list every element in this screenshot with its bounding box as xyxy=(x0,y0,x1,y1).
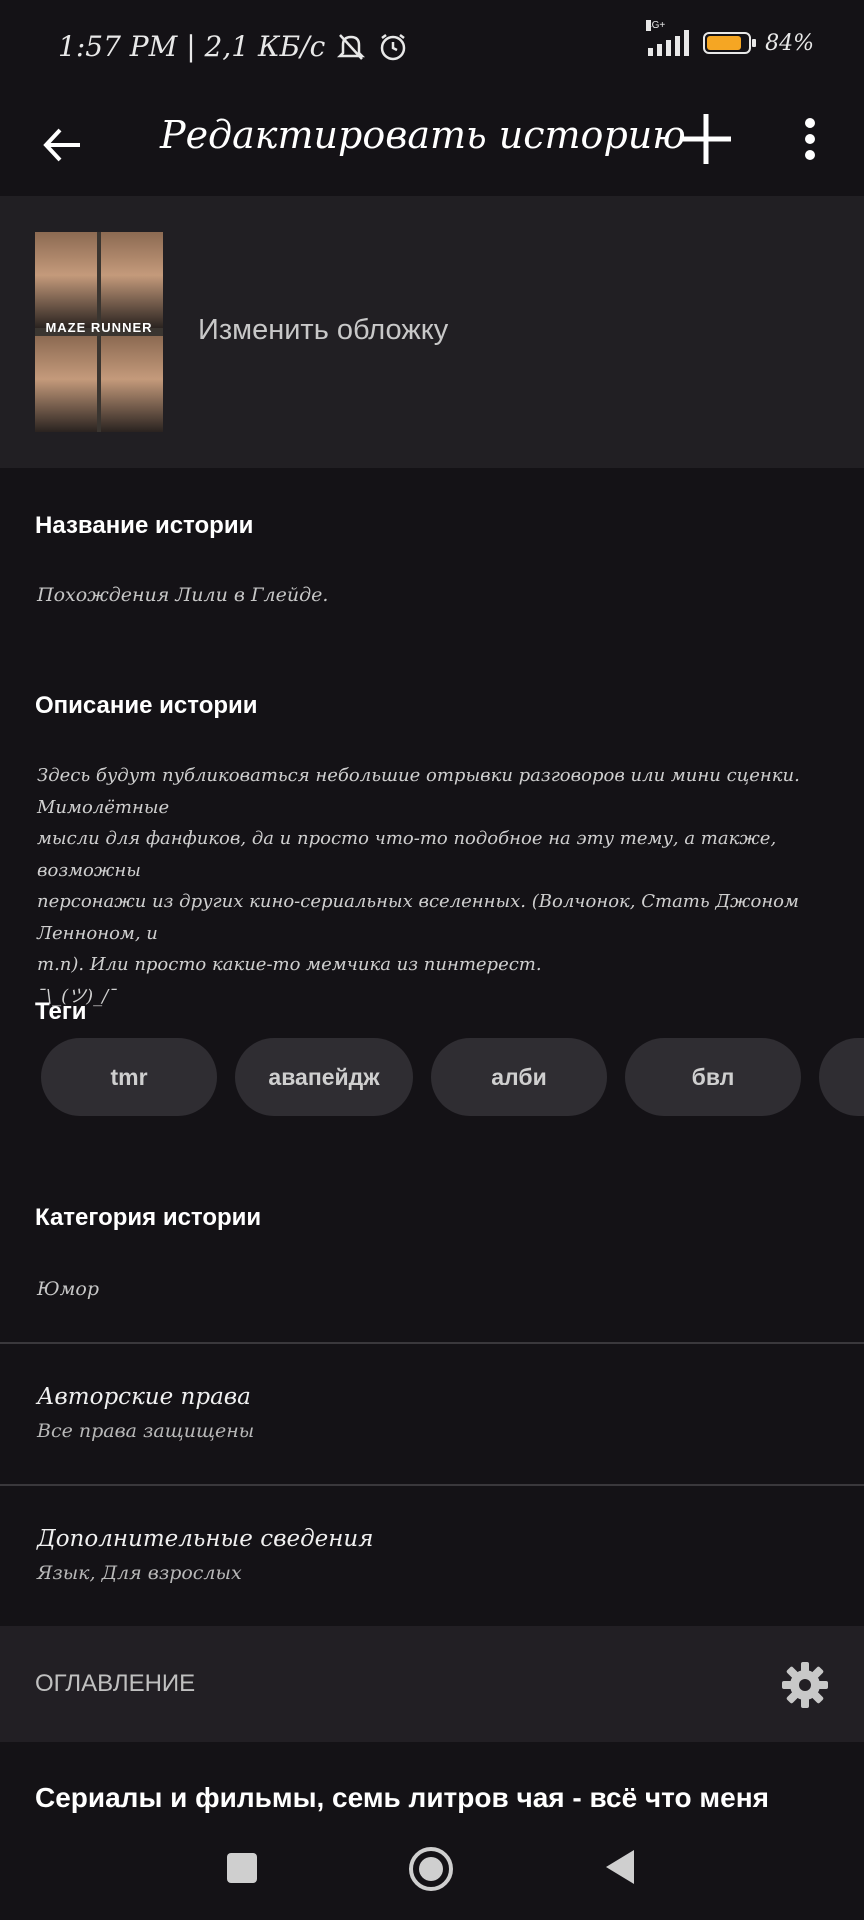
triangle-back-icon xyxy=(606,1850,634,1884)
cover-image[interactable]: MAZE RUNNER xyxy=(35,232,163,432)
divider xyxy=(0,1484,864,1486)
tag-chip[interactable]: tmr xyxy=(41,1038,217,1116)
more-vertical-icon xyxy=(805,118,815,160)
circle-home-icon xyxy=(409,1847,453,1891)
battery-icon xyxy=(703,32,757,54)
add-button[interactable] xyxy=(676,109,736,169)
home-button[interactable] xyxy=(408,1846,454,1897)
alarm-icon xyxy=(381,33,406,60)
tag-chip-partial[interactable] xyxy=(819,1038,864,1116)
plus-icon xyxy=(681,114,731,164)
toc-header: ОГЛАВЛЕНИЕ xyxy=(0,1626,864,1742)
description-label: Описание истории xyxy=(35,692,258,719)
battery-percent: 84% xyxy=(765,30,814,56)
tag-chip[interactable]: авапейдж xyxy=(235,1038,413,1116)
system-back-button[interactable] xyxy=(604,1848,636,1891)
signal-icon: 4G+ xyxy=(646,20,690,56)
status-right: 4G+ 84% xyxy=(646,20,814,56)
extra-info-title: Дополнительные сведения xyxy=(37,1526,374,1552)
category-label: Категория истории xyxy=(35,1204,262,1231)
chapter-item[interactable]: Сериалы и фильмы, семь литров чая - всё … xyxy=(35,1782,769,1814)
tags-label: Теги xyxy=(35,998,87,1025)
copyright-value: Все права защищены xyxy=(37,1420,255,1442)
toc-settings-button[interactable] xyxy=(780,1660,830,1710)
tag-chip[interactable]: бвл xyxy=(625,1038,801,1116)
story-title-label: Название истории xyxy=(35,512,254,539)
status-time-speed: 1:57 PM | 2,1 КБ/с xyxy=(58,30,326,63)
recent-apps-button[interactable] xyxy=(226,1852,258,1889)
back-button[interactable] xyxy=(38,115,98,175)
change-cover-button[interactable]: Изменить обложку xyxy=(198,314,448,347)
description-field[interactable]: Здесь будут публиковаться небольшие отры… xyxy=(37,760,827,1012)
status-left: 1:57 PM | 2,1 КБ/с xyxy=(58,30,409,63)
description-line: ¯\_(ツ)_/¯ xyxy=(37,985,118,1007)
story-title-field[interactable]: Похождения Лили в Глейде. xyxy=(37,584,328,606)
description-line: мысли для фанфиков, да и просто что-то п… xyxy=(37,828,777,881)
page-title: Редактировать историю xyxy=(160,113,686,157)
battery-fill xyxy=(707,36,742,50)
status-bar: 1:57 PM | 2,1 КБ/с 4G+ 84% xyxy=(0,0,864,95)
cover-section[interactable]: MAZE RUNNER Изменить обложку xyxy=(0,196,864,468)
divider xyxy=(0,1342,864,1344)
cover-logo: MAZE RUNNER xyxy=(45,320,153,335)
network-label: 4G+ xyxy=(646,20,666,31)
category-field[interactable]: Юмор xyxy=(37,1278,99,1300)
toc-label: ОГЛАВЛЕНИЕ xyxy=(35,1670,196,1697)
description-line: т.п). Или просто какие-то мемчика из пин… xyxy=(37,954,542,975)
tags-list: tmr авапейдж алби бвл xyxy=(41,1038,864,1116)
square-icon xyxy=(227,1853,257,1883)
description-line: Здесь будут публиковаться небольшие отры… xyxy=(37,765,800,818)
more-options-button[interactable] xyxy=(790,109,830,169)
copyright-title: Авторские права xyxy=(37,1384,251,1410)
description-line: персонажи из других кино-сериальных всел… xyxy=(37,891,799,944)
arrow-left-icon xyxy=(43,128,80,162)
extra-info-value: Язык, Для взрослых xyxy=(37,1562,242,1584)
app-bar: Редактировать историю xyxy=(0,95,864,195)
tag-chip[interactable]: алби xyxy=(431,1038,607,1116)
gear-icon xyxy=(782,1662,828,1708)
system-nav-bar xyxy=(0,1830,864,1920)
bell-off-icon xyxy=(337,33,366,60)
